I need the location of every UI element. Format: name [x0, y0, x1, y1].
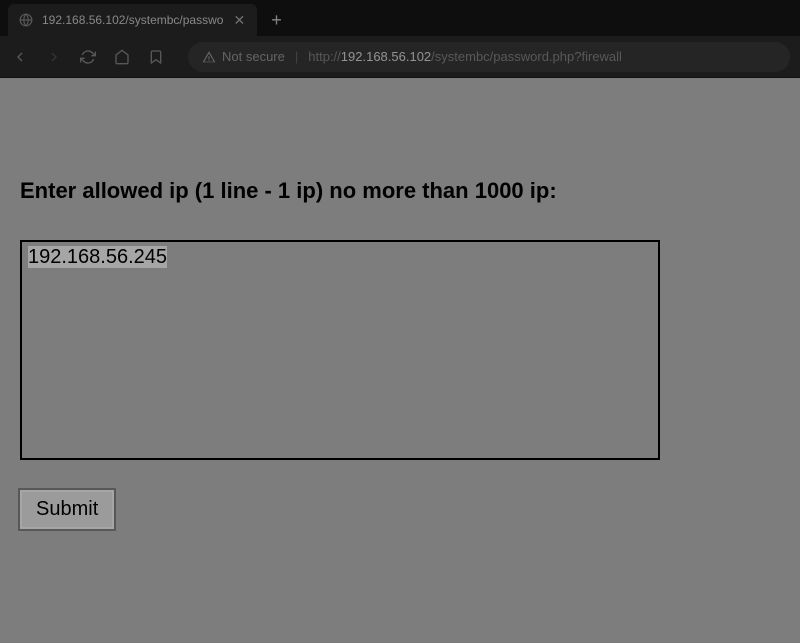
back-icon[interactable]: [10, 47, 30, 67]
close-icon[interactable]: ✕: [231, 12, 247, 29]
address-bar[interactable]: Not secure | http://192.168.56.102/syste…: [188, 42, 790, 72]
forward-icon[interactable]: [44, 47, 64, 67]
browser-toolbar: Not secure | http://192.168.56.102/syste…: [0, 36, 800, 78]
url-host: 192.168.56.102: [341, 49, 431, 64]
url-path: /systembc/password.php?firewall: [431, 49, 622, 64]
tab-bar: 192.168.56.102/systembc/passwo ✕ +: [0, 0, 800, 36]
textarea-value: 192.168.56.245: [28, 246, 167, 268]
url-scheme: http://: [308, 49, 341, 64]
page-heading: Enter allowed ip (1 line - 1 ip) no more…: [20, 178, 780, 204]
new-tab-button[interactable]: +: [257, 4, 296, 36]
page-content: Enter allowed ip (1 line - 1 ip) no more…: [0, 78, 800, 643]
tab-title: 192.168.56.102/systembc/passwo: [42, 13, 223, 27]
ip-textarea[interactable]: 192.168.56.245: [20, 240, 660, 460]
address-divider: |: [295, 49, 298, 64]
url-text: http://192.168.56.102/systembc/password.…: [308, 49, 622, 64]
warning-icon: [202, 50, 216, 64]
reload-icon[interactable]: [78, 47, 98, 67]
globe-icon: [18, 12, 34, 28]
submit-button[interactable]: Submit: [20, 490, 114, 529]
not-secure-label: Not secure: [222, 49, 285, 64]
not-secure-badge: Not secure: [202, 49, 285, 64]
home-icon[interactable]: [112, 47, 132, 67]
bookmark-icon[interactable]: [146, 47, 166, 67]
browser-tab[interactable]: 192.168.56.102/systembc/passwo ✕: [8, 4, 257, 36]
